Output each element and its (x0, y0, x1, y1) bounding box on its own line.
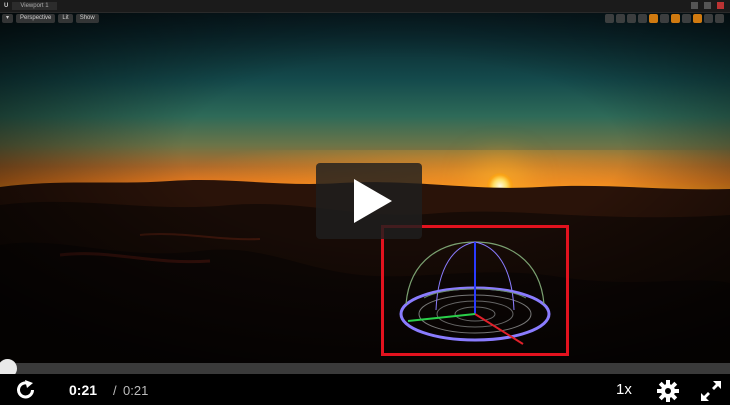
duration: 0:21 (123, 383, 149, 398)
camera-speed-icon[interactable] (704, 14, 713, 23)
viewport-menu-button[interactable]: ▾ (2, 14, 14, 23)
viewport-perspective-button[interactable]: Perspective (16, 14, 56, 23)
big-play-button[interactable] (316, 163, 422, 239)
world-space-icon[interactable] (638, 14, 647, 23)
snap-value-icon[interactable] (660, 14, 669, 23)
playback-speed-button[interactable]: 1x (616, 381, 632, 398)
snap-toggle-icon[interactable] (649, 14, 658, 23)
controls-bar: 0:21 / 0:21 1x (0, 374, 730, 405)
gear-icon[interactable] (657, 380, 679, 402)
close-icon[interactable] (717, 2, 724, 9)
scale-tool-icon[interactable] (627, 14, 636, 23)
fullscreen-icon[interactable] (700, 380, 722, 402)
rotate-tool-icon[interactable] (616, 14, 625, 23)
editor-logo-icon: U (4, 3, 9, 9)
replay-icon[interactable] (15, 380, 37, 400)
maximize-icon[interactable] (704, 2, 711, 9)
scale-snap-icon[interactable] (693, 14, 702, 23)
gizmo-highlight-box (381, 225, 569, 356)
editor-tabs: U Viewport 1 (4, 2, 57, 10)
time-separator: / (113, 383, 117, 398)
viewport-toolbar: ▾ Perspective Lit Show (2, 14, 99, 23)
editor-tab-viewport[interactable]: Viewport 1 (12, 2, 57, 10)
current-time: 0:21 (69, 382, 98, 398)
viewport-transform-tools (605, 14, 724, 23)
video-player[interactable]: U Viewport 1 ▾ Perspective Lit Show 0:21… (0, 0, 730, 405)
minimize-icon[interactable] (691, 2, 698, 9)
progress-bar[interactable] (0, 363, 730, 374)
viewport-lit-button[interactable]: Lit (58, 14, 73, 23)
translate-tool-icon[interactable] (605, 14, 614, 23)
window-controls (691, 2, 724, 9)
viewport-show-button[interactable]: Show (75, 14, 99, 23)
angle-snap-icon[interactable] (671, 14, 680, 23)
angle-value-icon[interactable] (682, 14, 691, 23)
play-icon (354, 179, 392, 223)
maximize-viewport-icon[interactable] (715, 14, 724, 23)
editor-title-bar: U Viewport 1 (0, 0, 730, 13)
